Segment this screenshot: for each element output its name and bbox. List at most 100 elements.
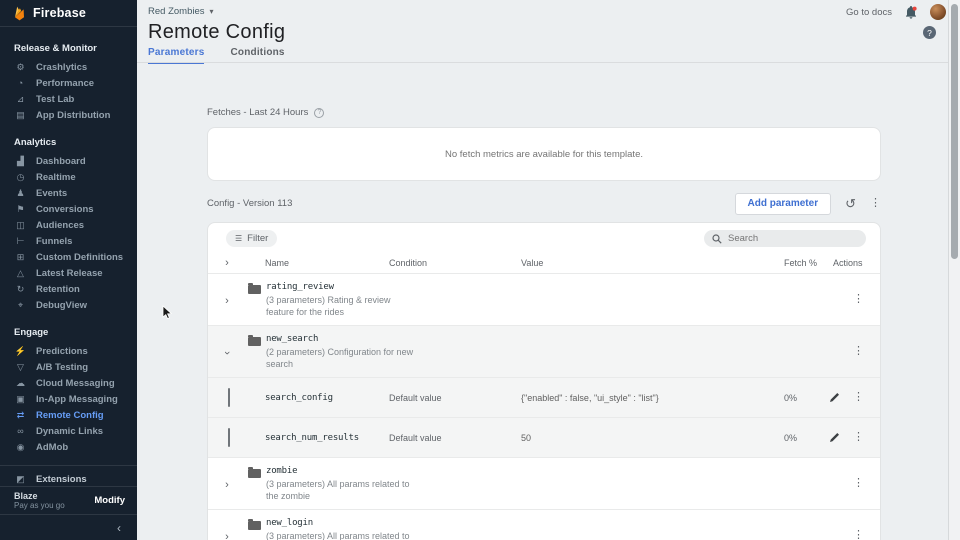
table-row-zombie[interactable]: › zombie (3 parameters) All params relat… bbox=[208, 458, 880, 510]
sidebar-item-dynamic-links[interactable]: ∞Dynamic Links bbox=[0, 423, 137, 439]
row-more-icon[interactable]: ⋮ bbox=[853, 478, 864, 489]
page-title: Remote Config bbox=[148, 21, 285, 44]
sidebar-item-test-lab[interactable]: ⊿Test Lab bbox=[0, 91, 137, 107]
chevron-down-icon: ▾ bbox=[210, 7, 214, 16]
edit-parameter-icon[interactable] bbox=[829, 432, 840, 443]
plan-name: Blaze bbox=[14, 491, 65, 501]
debugview-icon: ⌖ bbox=[14, 300, 27, 311]
plan-row: Blaze Pay as you go Modify bbox=[0, 486, 137, 514]
retention-icon: ↻ bbox=[14, 284, 27, 295]
extensions-icon: ◩ bbox=[14, 474, 27, 485]
parameter-value: {"enabled" : false, "ui_style" : "list"} bbox=[516, 393, 766, 403]
user-avatar[interactable] bbox=[930, 4, 946, 20]
sidebar-nav: Release & Monitor ⚙Crashlytics ◔Performa… bbox=[0, 27, 137, 486]
row-checkbox[interactable] bbox=[228, 388, 230, 407]
row-more-icon[interactable]: ⋮ bbox=[853, 530, 864, 540]
table-row-new-login[interactable]: › new_login (3 parameters) All params re… bbox=[208, 510, 880, 540]
parameter-name: search_num_results bbox=[248, 433, 359, 443]
table-row-rating-review[interactable]: › rating_review (3 parameters) Rating & … bbox=[208, 274, 880, 326]
go-to-docs-link[interactable]: Go to docs bbox=[846, 7, 892, 18]
search-box[interactable] bbox=[704, 230, 866, 247]
row-more-icon[interactable]: ⋮ bbox=[853, 346, 864, 357]
crashlytics-icon: ⚙ bbox=[14, 62, 27, 73]
chevron-right-icon[interactable]: › bbox=[222, 479, 232, 491]
search-input[interactable] bbox=[728, 233, 860, 244]
group-description: (3 parameters) All params related to the… bbox=[266, 478, 421, 502]
folder-icon bbox=[248, 469, 261, 478]
row-more-icon[interactable]: ⋮ bbox=[853, 392, 864, 403]
main-content: Fetches - Last 24 Hours ? No fetch metri… bbox=[137, 63, 948, 540]
sidebar-item-crashlytics[interactable]: ⚙Crashlytics bbox=[0, 59, 137, 75]
chevron-right-icon[interactable]: › bbox=[222, 531, 232, 540]
audiences-icon: ◫ bbox=[14, 220, 27, 231]
version-history-icon[interactable]: ↺ bbox=[845, 197, 856, 210]
sidebar-item-events[interactable]: ♟Events bbox=[0, 185, 137, 201]
sidebar-item-in-app-messaging[interactable]: ▣In-App Messaging bbox=[0, 391, 137, 407]
funnels-icon: ⊢ bbox=[14, 236, 27, 247]
edit-parameter-icon[interactable] bbox=[829, 392, 840, 403]
page-scrollbar[interactable] bbox=[948, 0, 960, 540]
sidebar-item-cloud-messaging[interactable]: ☁Cloud Messaging bbox=[0, 375, 137, 391]
chevron-down-icon[interactable]: › bbox=[221, 348, 233, 358]
column-header-actions: Actions bbox=[821, 258, 866, 268]
collapse-sidebar-icon[interactable]: ‹ bbox=[117, 521, 121, 535]
expand-all-icon[interactable]: › bbox=[222, 257, 232, 269]
cloud-messaging-icon: ☁ bbox=[14, 378, 27, 389]
sidebar-item-audiences[interactable]: ◫Audiences bbox=[0, 217, 137, 233]
scrollbar-thumb[interactable] bbox=[951, 4, 958, 259]
folder-icon bbox=[248, 337, 261, 346]
firebase-logo[interactable]: Firebase bbox=[0, 0, 137, 27]
config-more-icon[interactable]: ⋮ bbox=[870, 198, 881, 209]
sidebar-item-dashboard[interactable]: ▟Dashboard bbox=[0, 153, 137, 169]
plan-detail: Pay as you go bbox=[14, 501, 65, 510]
plan-modify-button[interactable]: Modify bbox=[94, 495, 125, 506]
events-icon: ♟ bbox=[14, 188, 27, 199]
brand-name: Firebase bbox=[33, 6, 86, 20]
section-analytics: Analytics bbox=[0, 129, 137, 153]
dynamic-links-icon: ∞ bbox=[14, 426, 27, 436]
sidebar-item-retention[interactable]: ↻Retention bbox=[0, 281, 137, 297]
project-selector[interactable]: Red Zombies ▾ bbox=[148, 6, 214, 17]
table-row-search-config[interactable]: search_config Default value {"enabled" :… bbox=[208, 378, 880, 418]
folder-icon bbox=[248, 285, 261, 294]
sidebar-item-realtime[interactable]: ◷Realtime bbox=[0, 169, 137, 185]
admob-icon: ◉ bbox=[14, 442, 27, 453]
group-name: rating_review bbox=[266, 282, 421, 292]
table-row-search-num-results[interactable]: search_num_results Default value 50 0% ⋮ bbox=[208, 418, 880, 458]
sidebar-item-custom-definitions[interactable]: ⊞Custom Definitions bbox=[0, 249, 137, 265]
table-row-new-search[interactable]: › new_search (2 parameters) Configuratio… bbox=[208, 326, 880, 378]
sidebar-item-debugview[interactable]: ⌖DebugView bbox=[0, 297, 137, 313]
config-version-label: Config - Version 113 bbox=[207, 198, 292, 209]
filter-button[interactable]: ☰ Filter bbox=[226, 230, 277, 247]
sidebar-item-remote-config[interactable]: ⇄Remote Config bbox=[0, 407, 137, 423]
column-header-fetch: Fetch % bbox=[766, 258, 821, 268]
sidebar-item-ab-testing[interactable]: ▽A/B Testing bbox=[0, 359, 137, 375]
help-icon[interactable]: ? bbox=[923, 26, 936, 39]
sidebar-item-performance[interactable]: ◔Performance bbox=[0, 75, 137, 91]
notifications-bell-icon[interactable] bbox=[905, 6, 917, 19]
table-header-row: › Name Condition Value Fetch % Actions bbox=[208, 252, 880, 274]
parameter-condition: Default value bbox=[389, 433, 516, 443]
sidebar-item-app-distribution[interactable]: ▤App Distribution bbox=[0, 107, 137, 123]
remote-config-icon: ⇄ bbox=[14, 410, 27, 421]
row-more-icon[interactable]: ⋮ bbox=[853, 294, 864, 305]
sidebar-item-admob[interactable]: ◉AdMob bbox=[0, 439, 137, 455]
sidebar-item-extensions[interactable]: ◩ Extensions bbox=[0, 465, 137, 486]
sidebar-item-funnels[interactable]: ⊢Funnels bbox=[0, 233, 137, 249]
sidebar-item-conversions[interactable]: ⚑Conversions bbox=[0, 201, 137, 217]
column-header-name: Name bbox=[248, 258, 389, 268]
fetches-help-icon[interactable]: ? bbox=[314, 108, 324, 118]
row-checkbox[interactable] bbox=[228, 428, 230, 447]
topbar-right: Go to docs bbox=[846, 4, 946, 20]
row-more-icon[interactable]: ⋮ bbox=[853, 432, 864, 443]
parameter-fetch-percent: 0% bbox=[766, 433, 821, 443]
group-description: (2 parameters) Configuration for new sea… bbox=[266, 346, 421, 370]
app-distribution-icon: ▤ bbox=[14, 110, 27, 121]
add-parameter-button[interactable]: Add parameter bbox=[735, 193, 832, 215]
sidebar-item-latest-release[interactable]: △Latest Release bbox=[0, 265, 137, 281]
search-icon bbox=[712, 234, 722, 244]
project-name: Red Zombies bbox=[148, 6, 205, 17]
chevron-right-icon[interactable]: › bbox=[222, 295, 232, 307]
parameter-value: 50 bbox=[516, 433, 766, 443]
sidebar-item-predictions[interactable]: ⚡Predictions bbox=[0, 343, 137, 359]
